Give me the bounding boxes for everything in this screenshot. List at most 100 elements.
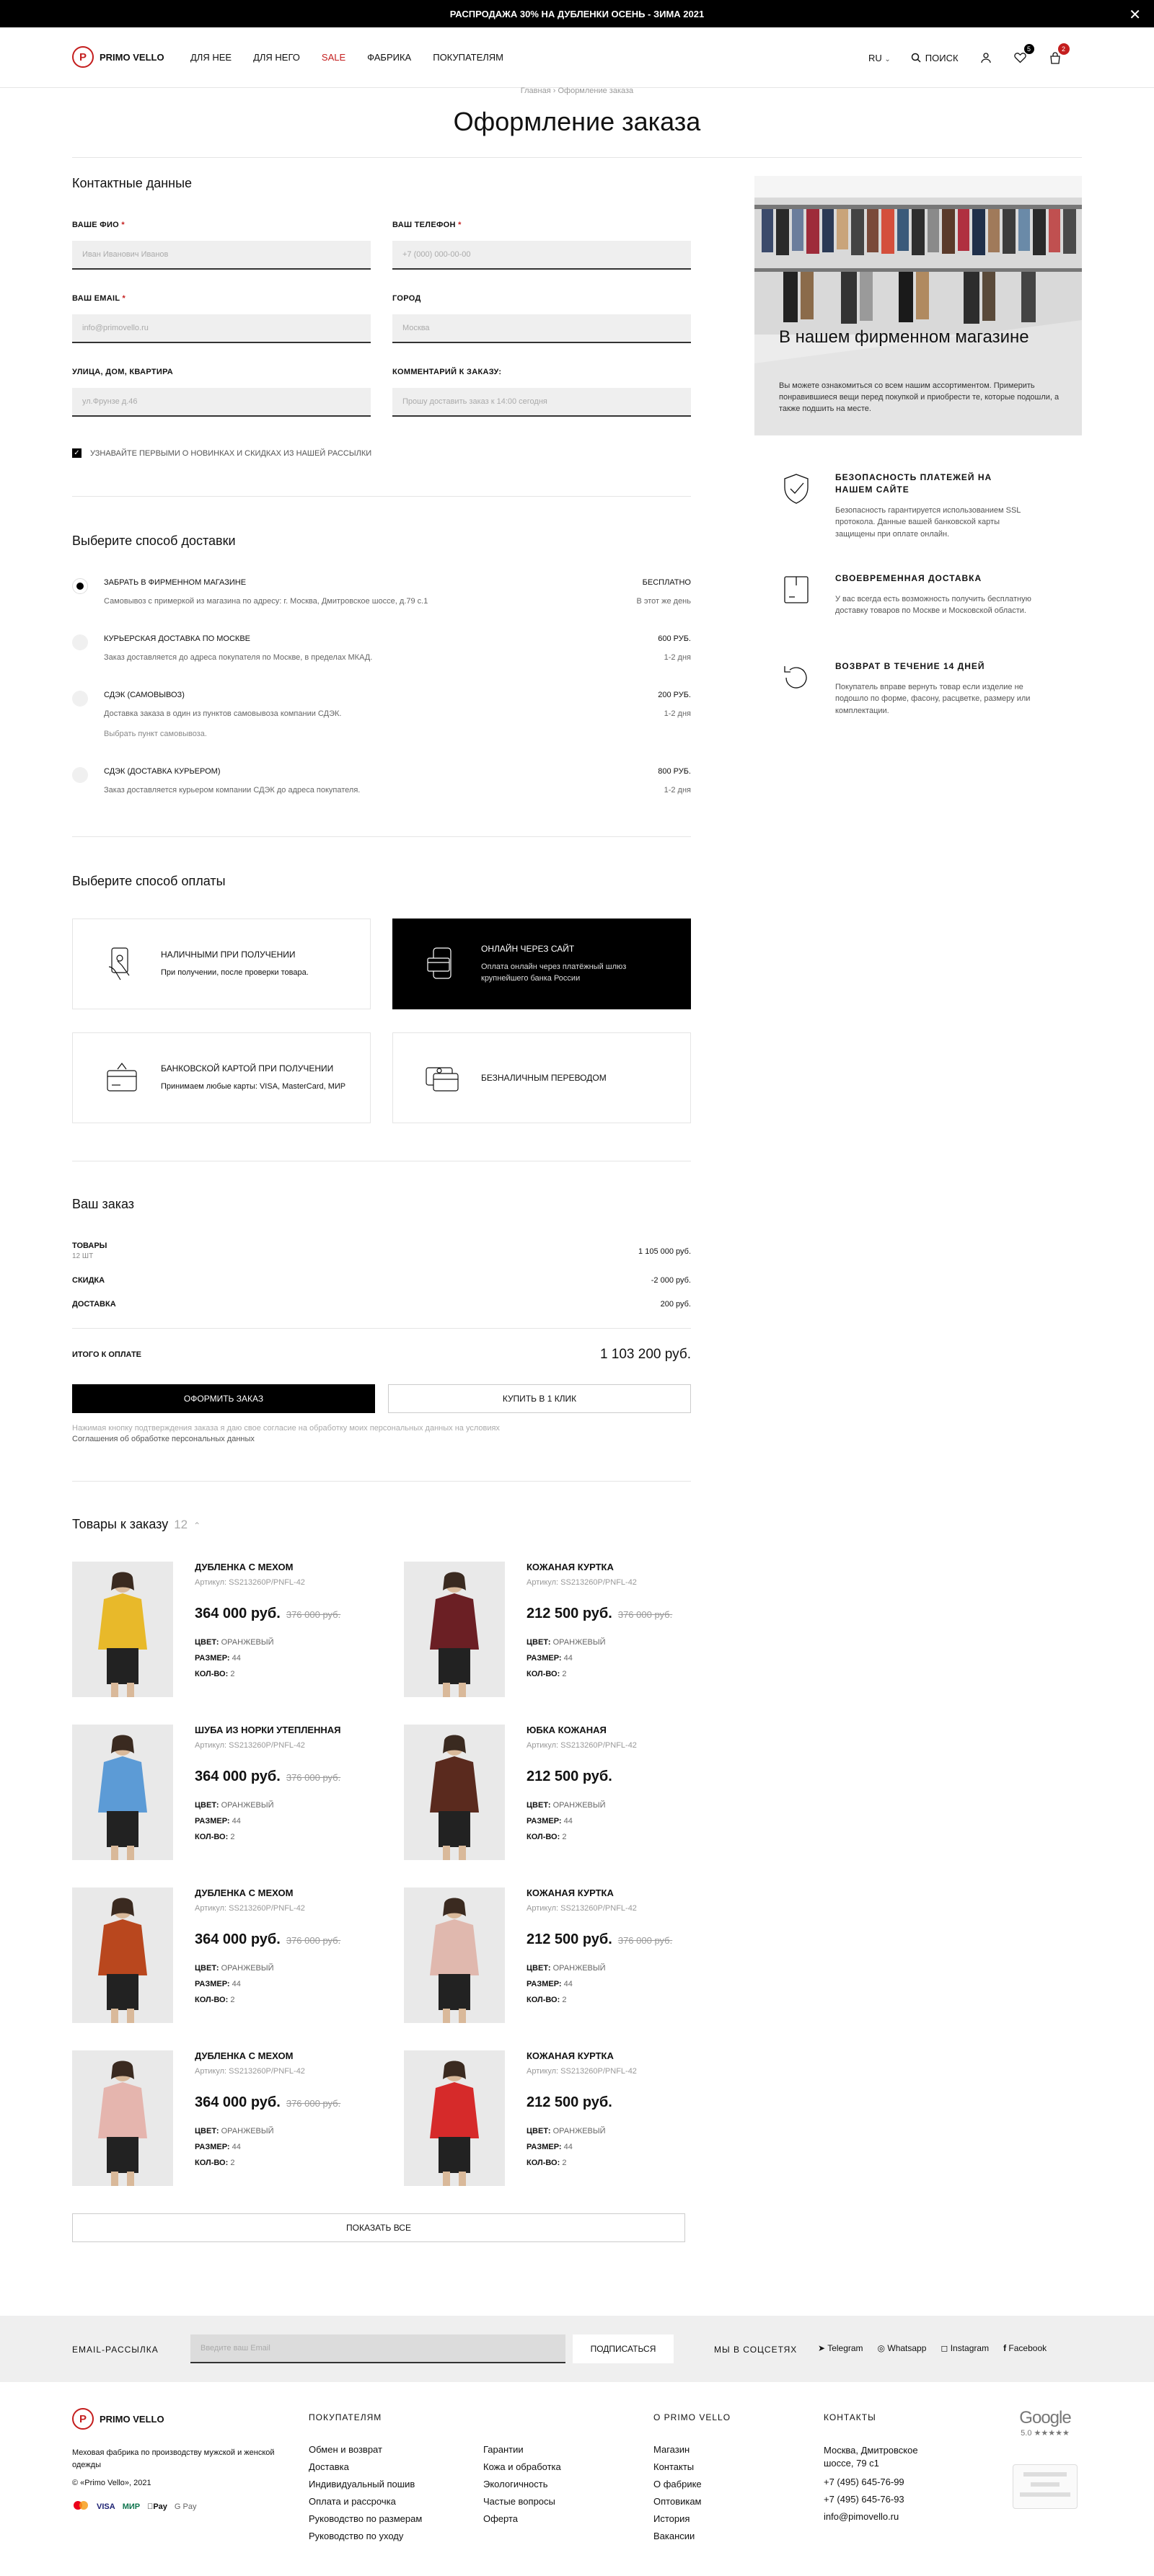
product-name[interactable]: КОЖАНАЯ КУРТКА — [527, 2050, 637, 2061]
nav-item-her[interactable]: ДЛЯ НЕЕ — [190, 52, 232, 63]
favorites-button[interactable]: 5 — [1013, 43, 1035, 65]
phone-field-label: ВАШ ТЕЛЕФОН * — [392, 221, 691, 229]
nav-item-sale[interactable]: SALE — [322, 52, 345, 63]
show-all-button[interactable]: ПОКАЗАТЬ ВСЕ — [72, 2213, 685, 2242]
nav-item-factory[interactable]: ФАБРИКА — [367, 52, 411, 63]
product-name[interactable]: ДУБЛЕНКА С МЕХОМ — [195, 1887, 340, 1898]
footer-link[interactable]: Кожа и обработка — [483, 2461, 561, 2472]
footer-link[interactable]: Руководство по размерам — [309, 2513, 422, 2524]
radio-unselected[interactable] — [72, 691, 88, 707]
social-facebook[interactable]: f Facebook — [1003, 2343, 1047, 2353]
product-card[interactable]: КОЖАНАЯ КУРТКА Артикул: SS213260P/PNFL-42… — [404, 1887, 672, 2023]
product-name[interactable]: ЮБКА КОЖАНАЯ — [527, 1725, 637, 1735]
logo[interactable]: P PRIMO VELLO — [72, 46, 164, 68]
product-name[interactable]: ДУБЛЕНКА С МЕХОМ — [195, 2050, 340, 2061]
radio-unselected[interactable] — [72, 767, 88, 783]
social-whatsapp[interactable]: ◎ Whatsapp — [878, 2343, 927, 2353]
footer-link[interactable]: Контакты — [653, 2461, 702, 2472]
account-button[interactable] — [979, 50, 993, 65]
product-card[interactable]: КОЖАНАЯ КУРТКА Артикул: SS213260P/PNFL-42… — [404, 1562, 672, 1697]
product-photo — [72, 1725, 173, 1860]
payment-option-card[interactable]: БАНКОВСКОЙ КАРТОЙ ПРИ ПОЛУЧЕНИИ Принимае… — [72, 1032, 371, 1123]
street-field[interactable]: ул.Фрунзе д.46 — [72, 388, 371, 417]
footer-link[interactable]: Вакансии — [653, 2531, 702, 2541]
footer-link[interactable]: Магазин — [653, 2444, 702, 2455]
close-icon[interactable]: ✕ — [1129, 6, 1141, 24]
checkbox-checked-icon[interactable]: ✓ — [72, 448, 82, 458]
subscribe-button[interactable]: ПОДПИСАТЬСЯ — [573, 2334, 674, 2363]
payment-option-online[interactable]: ОНЛАЙН ЧЕРЕЗ САЙТ Оплата онлайн через пл… — [392, 919, 691, 1009]
product-card[interactable]: ДУБЛЕНКА С МЕХОМ Артикул: SS213260P/PNFL-… — [72, 1887, 340, 2023]
product-image[interactable] — [72, 1562, 173, 1697]
social-instagram[interactable]: ◻ Instagram — [941, 2343, 989, 2353]
product-image[interactable] — [404, 1562, 505, 1697]
footer-link[interactable]: Индивидуальный пошив — [309, 2479, 422, 2489]
chevron-up-icon[interactable]: ⌃ — [193, 1521, 201, 1531]
products-header[interactable]: Товары к заказу 12 ⌃ — [72, 1517, 201, 1532]
product-name[interactable]: КОЖАНАЯ КУРТКА — [527, 1562, 672, 1572]
footer-phone[interactable]: +7 (495) 645-76-93 — [824, 2494, 932, 2505]
product-image[interactable] — [404, 2050, 505, 2186]
footer-link[interactable]: Гарантии — [483, 2444, 561, 2455]
telegram-icon: ➤ — [818, 2343, 826, 2353]
radio-selected[interactable] — [72, 578, 88, 594]
product-color: ЦВЕТ: ОРАНЖЕВЫЙ — [195, 1638, 340, 1647]
google-rating-widget[interactable]: Google 5.0 ★★★★★ — [1013, 2408, 1078, 2438]
language-select[interactable]: RU ⌄ — [868, 53, 891, 63]
footer-link[interactable]: Доставка — [309, 2461, 422, 2472]
subscribe-checkbox-row[interactable]: ✓ УЗНАВАЙТЕ ПЕРВЫМИ О НОВИНКАХ И СКИДКАХ… — [72, 448, 371, 458]
phone-field[interactable]: +7 (000) 000-00-00 — [392, 241, 691, 270]
attr-label: ЦВЕТ: — [195, 1801, 219, 1810]
footer-link[interactable]: Обмен и возврат — [309, 2444, 422, 2455]
payment-option-cash[interactable]: НАЛИЧНЫМИ ПРИ ПОЛУЧЕНИИ При получении, п… — [72, 919, 371, 1009]
product-name[interactable]: ШУБА ИЗ НОРКИ УТЕПЛЕННАЯ — [195, 1725, 341, 1735]
nav-item-buyers[interactable]: ПОКУПАТЕЛЯМ — [433, 52, 503, 63]
product-card[interactable]: КОЖАНАЯ КУРТКА Артикул: SS213260P/PNFL-42… — [404, 2050, 637, 2186]
footer-link[interactable]: Оптовикам — [653, 2496, 702, 2507]
footer-email[interactable]: info@pimovello.ru — [824, 2511, 932, 2522]
payment-option-transfer[interactable]: БЕЗНАЛИЧНЫМ ПЕРЕВОДОМ — [392, 1032, 691, 1123]
yandex-rating-badge-icon[interactable] — [1013, 2464, 1078, 2509]
product-name[interactable]: ДУБЛЕНКА С МЕХОМ — [195, 1562, 340, 1572]
delivery-option-price: 800 руб. — [658, 767, 691, 776]
footer-link[interactable]: Оферта — [483, 2513, 561, 2524]
footer-logo[interactable]: P PRIMO VELLO — [72, 2408, 164, 2430]
footer-phone[interactable]: +7 (495) 645-76-99 — [824, 2477, 932, 2487]
footer-link[interactable]: Экологичность — [483, 2479, 561, 2489]
pickup-point-link[interactable]: Выбрать пункт самовывоза. — [104, 730, 207, 738]
cart-button[interactable]: 2 — [1048, 43, 1070, 65]
search-button[interactable]: ПОИСК — [911, 53, 959, 63]
email-field[interactable]: info@primovello.ru — [72, 314, 371, 343]
one-click-button[interactable]: КУПИТЬ В 1 КЛИК — [388, 1384, 691, 1413]
breadcrumb-home[interactable]: Главная — [521, 87, 551, 95]
product-image[interactable] — [72, 2050, 173, 2186]
products-count: 12 — [174, 1518, 188, 1531]
chevron-down-icon: ⌄ — [884, 55, 891, 63]
footer-link[interactable]: Руководство по уходу — [309, 2531, 422, 2541]
footer-link[interactable]: О фабрике — [653, 2479, 702, 2489]
city-field[interactable]: Москва — [392, 314, 691, 343]
social-telegram[interactable]: ➤ Telegram — [818, 2343, 863, 2353]
consent-link[interactable]: Соглашения об обработке персональных дан… — [72, 1434, 591, 1445]
comment-field[interactable]: Прошу доставить заказ к 14:00 сегодня — [392, 388, 691, 417]
newsletter-email-input[interactable]: Введите ваш Email — [190, 2334, 565, 2363]
name-field[interactable]: Иван Иванович Иванов — [72, 241, 371, 270]
product-name[interactable]: КОЖАНАЯ КУРТКА — [527, 1887, 672, 1898]
product-image[interactable] — [404, 1725, 505, 1860]
product-card[interactable]: ДУБЛЕНКА С МЕХОМ Артикул: SS213260P/PNFL-… — [72, 2050, 340, 2186]
nav-item-him[interactable]: ДЛЯ НЕГО — [253, 52, 300, 63]
footer-link[interactable]: Оплата и рассрочка — [309, 2496, 422, 2507]
footer-link[interactable]: Частые вопросы — [483, 2496, 561, 2507]
product-card[interactable]: ДУБЛЕНКА С МЕХОМ Артикул: SS213260P/PNFL-… — [72, 1562, 340, 1697]
product-image[interactable] — [72, 1725, 173, 1860]
product-card[interactable]: ШУБА ИЗ НОРКИ УТЕПЛЕННАЯ Артикул: SS21326… — [72, 1725, 341, 1860]
footer-link[interactable]: История — [653, 2513, 702, 2524]
product-price: 212 500 руб. 376 000 руб. — [527, 1931, 672, 1948]
radio-unselected[interactable] — [72, 634, 88, 650]
product-image[interactable] — [72, 1887, 173, 2023]
footer-buyers-list-1: Обмен и возврат Доставка Индивидуальный … — [309, 2444, 422, 2548]
product-price-value: 364 000 руб. — [195, 2094, 281, 2110]
submit-order-button[interactable]: ОФОРМИТЬ ЗАКАЗ — [72, 1384, 375, 1413]
product-image[interactable] — [404, 1887, 505, 2023]
product-card[interactable]: ЮБКА КОЖАНАЯ Артикул: SS213260P/PNFL-42 21… — [404, 1725, 637, 1860]
